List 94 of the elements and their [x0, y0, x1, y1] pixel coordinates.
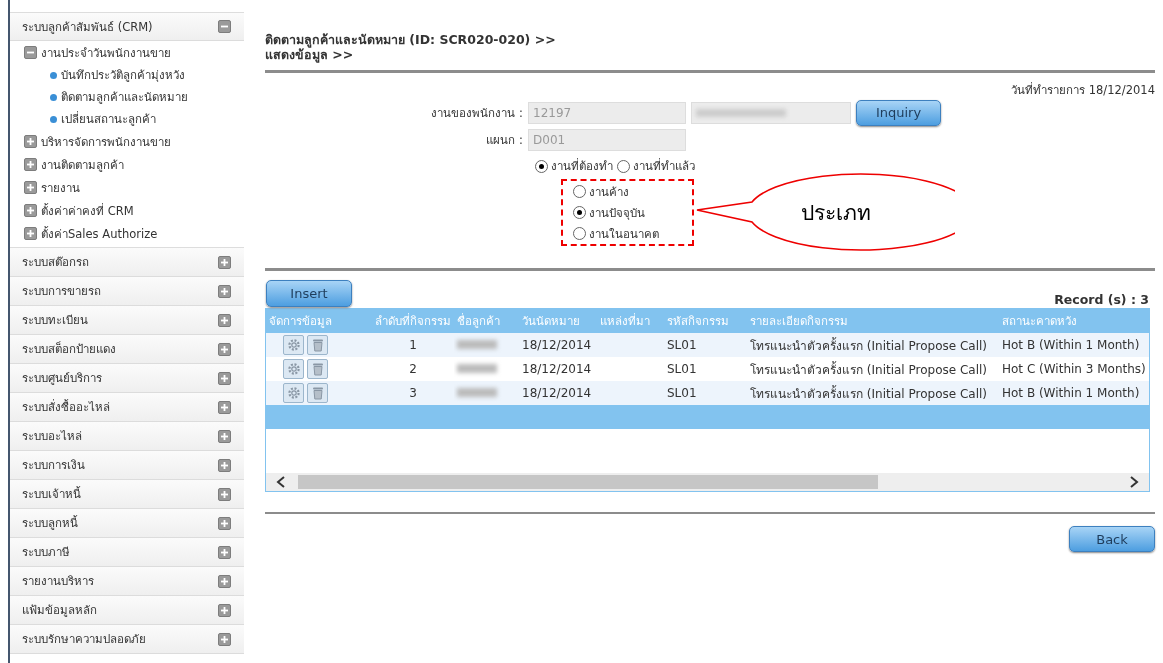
page-subtitle: แสดงข้อมูล >> [265, 47, 354, 62]
expand-icon[interactable] [218, 574, 231, 588]
table-cell: 18/12/2014 [519, 357, 597, 381]
gear-icon[interactable] [283, 383, 304, 403]
radio-button[interactable] [573, 206, 586, 219]
menu-section[interactable]: ระบบการขายรถ [10, 277, 244, 306]
expand-icon[interactable] [24, 181, 37, 194]
expand-icon[interactable] [24, 135, 37, 148]
radio-button[interactable] [573, 227, 586, 240]
table-cell: 18/12/2014 [519, 381, 597, 405]
table-row[interactable]: 1 18/12/2014 SL01 โทรแนะนำตัวครั้งแรก (Initial Propose Call) Hot B (Within 1 Month) [266, 333, 1149, 357]
trash-icon[interactable] [307, 383, 328, 403]
collapse-icon[interactable] [218, 20, 231, 33]
menu-section[interactable]: ระบบภาษี [10, 538, 244, 567]
table-cell: Hot B (Within 1 Month) [999, 381, 1149, 405]
menu-section[interactable]: ระบบลูกหนี้ [10, 509, 244, 538]
menu-item[interactable]: ตั้งค่าค่าคงที่ CRM [41, 201, 134, 220]
insert-button[interactable]: Insert [266, 280, 352, 307]
radio-button[interactable] [573, 185, 586, 198]
expand-icon[interactable] [218, 342, 231, 356]
table-cell: SL01 [664, 381, 747, 405]
radio-label: งานค้าง [589, 183, 629, 201]
expand-icon[interactable] [24, 158, 37, 171]
field-label: แผนก : [485, 131, 524, 149]
expand-icon[interactable] [24, 204, 37, 217]
table-cell: โทรแนะนำตัวครั้งแรก (Initial Propose Call) [747, 357, 999, 381]
bullet-icon [50, 71, 57, 79]
employee-name-field[interactable] [691, 101, 851, 124]
expand-icon[interactable] [218, 313, 231, 327]
gear-icon[interactable] [283, 359, 304, 379]
menu-link[interactable]: บันทึกประวัติลูกค้ามุ่งหวัง [61, 66, 185, 84]
table-cell: 18/12/2014 [519, 333, 597, 357]
table-cell: Hot C (Within 3 Months) [999, 357, 1149, 381]
menu-section[interactable]: ระบบสต็อกป้ายแดง [10, 335, 244, 364]
menu-section[interactable]: ระบบทะเบียน [10, 306, 244, 335]
page-title: ติดตามลูกค้าและนัดหมาย (ID: SCR020-020) >> [265, 32, 557, 47]
menu-section[interactable]: ระบบอะไหล่ [10, 422, 244, 451]
trash-icon[interactable] [307, 335, 328, 355]
radio-label: งานในอนาคต [589, 225, 659, 243]
trash-icon[interactable] [307, 359, 328, 379]
table-cell: โทรแนะนำตัวครั้งแรก (Initial Propose Call) [747, 381, 999, 405]
radio-button[interactable] [535, 159, 548, 173]
radio-button[interactable] [617, 159, 630, 173]
collapse-icon[interactable] [24, 46, 37, 59]
menu-section[interactable]: รายงานบริหาร [10, 567, 244, 596]
table-row[interactable]: 2 18/12/2014 SL01 โทรแนะนำตัวครั้งแรก (Initial Propose Call) Hot C (Within 3 Months) [266, 357, 1149, 381]
expand-icon[interactable] [24, 227, 37, 240]
record-count: Record (s) : 3 [1054, 292, 1149, 307]
expand-icon[interactable] [218, 284, 231, 298]
menu-item[interactable]: งานประจำวันพนักงานขาย [41, 43, 171, 62]
expand-icon[interactable] [218, 255, 231, 269]
table-cell: 3 [372, 381, 454, 405]
expand-icon[interactable] [218, 458, 231, 472]
table-cell: 1 [372, 333, 454, 357]
bullet-icon [50, 115, 57, 123]
table-cell: SL01 [664, 357, 747, 381]
gear-icon[interactable] [283, 335, 304, 355]
table-cell: Hot B (Within 1 Month) [999, 333, 1149, 357]
menu-section[interactable]: ระบบรักษาความปลอดภัย [10, 625, 244, 654]
expand-icon[interactable] [218, 487, 231, 501]
menu-item[interactable]: บริหารจัดการพนักงานขาย [41, 132, 171, 151]
menu-section[interactable]: ระบบศูนย์บริการ [10, 364, 244, 393]
horizontal-scrollbar[interactable] [266, 473, 1149, 491]
expand-icon[interactable] [218, 516, 231, 530]
back-button[interactable]: Back [1069, 526, 1155, 552]
menu-section[interactable]: ระบบลูกค้าสัมพันธ์ (CRM) [10, 12, 244, 41]
menu-link[interactable]: ติดตามลูกค้าและนัดหมาย [61, 88, 188, 106]
table-cell: โทรแนะนำตัวครั้งแรก (Initial Propose Call) [747, 333, 999, 357]
table-cell: SL01 [664, 333, 747, 357]
transaction-date: วันที่ทำรายการ 18/12/2014 [1011, 81, 1155, 99]
radio-label: งานที่ต้องทำ [551, 157, 613, 175]
menu-item[interactable]: งานติดตามลูกค้า [41, 155, 124, 174]
menu-section[interactable]: แฟ้มข้อมูลหลัก [10, 596, 244, 625]
expand-icon[interactable] [218, 603, 231, 617]
menu-section[interactable]: ระบบสั่งซื้ออะไหล่ [10, 393, 244, 422]
menu-item[interactable]: ตั้งค่าSales Authorize [41, 224, 158, 243]
bullet-icon [50, 93, 57, 101]
expand-icon[interactable] [218, 545, 231, 559]
expand-icon[interactable] [218, 400, 231, 414]
expand-icon[interactable] [218, 429, 231, 443]
table-cell: 2 [372, 357, 454, 381]
menu-item[interactable]: รายงาน [41, 178, 80, 197]
callout-text: ประเภท [801, 200, 871, 227]
inquiry-button[interactable]: Inquiry [856, 99, 941, 126]
menu-section[interactable]: ระบบสต๊อกรถ [10, 248, 244, 277]
menu-link[interactable]: เปลี่ยนสถานะลูกค้า [61, 110, 156, 128]
menu-section[interactable]: ระบบเจ้าหนี้ [10, 480, 244, 509]
radio-label: งานที่ทำแล้ว [633, 157, 695, 175]
menu-section[interactable]: ระบบการเงิน [10, 451, 244, 480]
field-label: งานของพนักงาน : [430, 104, 524, 122]
expand-icon[interactable] [218, 371, 231, 385]
expand-icon[interactable] [218, 632, 231, 646]
radio-label: งานปัจจุบัน [589, 204, 645, 222]
table-row[interactable]: 3 18/12/2014 SL01 โทรแนะนำตัวครั้งแรก (Initial Propose Call) Hot B (Within 1 Month) [266, 381, 1149, 405]
